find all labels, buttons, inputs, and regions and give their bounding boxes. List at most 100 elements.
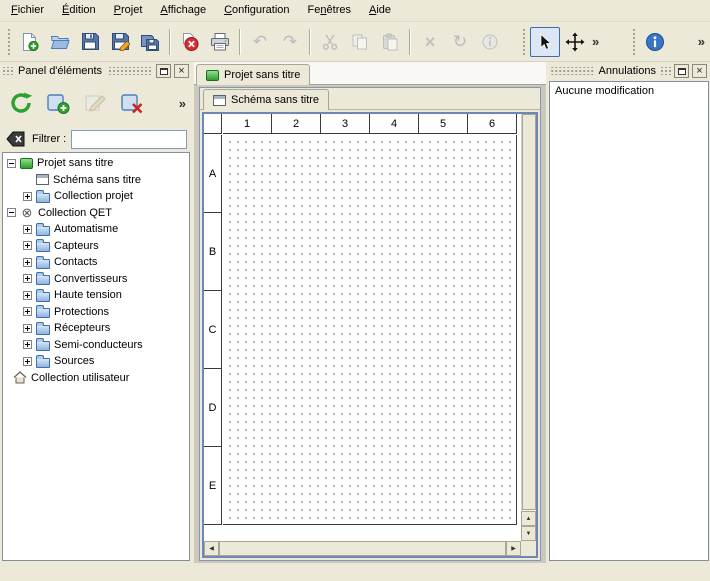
- scroll-down-button[interactable]: ▼: [521, 526, 536, 541]
- about-info-button[interactable]: [640, 27, 670, 57]
- select-tool-button[interactable]: [530, 27, 560, 57]
- toolbar-grip[interactable]: [631, 28, 637, 56]
- expand-icon[interactable]: [23, 307, 32, 316]
- tree-item-automatisme[interactable]: Automatisme: [3, 221, 189, 238]
- expand-icon[interactable]: [23, 291, 32, 300]
- tree-item-collection-qet[interactable]: ⊗ Collection QET: [3, 205, 189, 222]
- tree-item-semi-conducteurs[interactable]: Semi-conducteurs: [3, 337, 189, 354]
- column-ruler: 1 2 3 4 5 6: [223, 114, 517, 134]
- delete-button[interactable]: ×: [415, 27, 445, 57]
- tree-item-project[interactable]: Projet sans titre: [3, 155, 189, 172]
- tab-label: Projet sans titre: [224, 69, 300, 81]
- toolbar-grip[interactable]: [6, 28, 12, 56]
- scroll-right-button[interactable]: ▶: [506, 541, 521, 556]
- panel-toolbar-overflow-button[interactable]: »: [177, 96, 188, 111]
- expand-icon[interactable]: [23, 274, 32, 283]
- delete-icon: ×: [425, 33, 436, 51]
- vertical-scrollbar-thumb[interactable]: [522, 114, 536, 510]
- collapse-expander-icon[interactable]: [7, 208, 16, 217]
- expand-icon[interactable]: [23, 225, 32, 234]
- toolbar-grip[interactable]: [521, 28, 527, 56]
- save-button[interactable]: [75, 27, 105, 57]
- diagram-canvas[interactable]: [223, 135, 517, 525]
- ruler-column-label: 5: [419, 114, 468, 134]
- menu-label: ffichage: [168, 4, 206, 16]
- toolbar-separator: [409, 29, 411, 55]
- toolbar-overflow-button[interactable]: »: [696, 34, 707, 49]
- menu-fenetres[interactable]: Fenêtres: [299, 0, 360, 21]
- status-bar: [0, 563, 710, 581]
- vertical-scrollbar[interactable]: ▲ ▼: [521, 114, 536, 541]
- undo-history-list[interactable]: Aucune modification: [549, 81, 709, 561]
- tab-projet-sans-titre[interactable]: Projet sans titre: [196, 64, 310, 85]
- open-document-button[interactable]: [45, 27, 75, 57]
- horizontal-scrollbar-thumb[interactable]: [219, 541, 506, 556]
- folder-icon: [36, 341, 50, 351]
- copy-button[interactable]: [345, 27, 375, 57]
- float-panel-button[interactable]: [674, 64, 689, 78]
- scroll-up-button[interactable]: ▲: [521, 511, 536, 526]
- redo-button[interactable]: ↷: [275, 27, 305, 57]
- save-all-button[interactable]: [135, 27, 165, 57]
- cut-button[interactable]: [315, 27, 345, 57]
- tree-item-sources[interactable]: Sources: [3, 353, 189, 370]
- menu-edition[interactable]: Édition: [53, 0, 105, 21]
- tree-item-convertisseurs[interactable]: Convertisseurs: [3, 271, 189, 288]
- element-info-button[interactable]: [475, 27, 505, 57]
- expand-icon[interactable]: [23, 340, 32, 349]
- reload-collections-button[interactable]: [4, 86, 38, 120]
- menu-affichage[interactable]: Affichage: [151, 0, 215, 21]
- dock-grip[interactable]: [3, 67, 13, 75]
- move-arrows-icon: [565, 32, 585, 52]
- expand-icon[interactable]: [23, 357, 32, 366]
- rotate-button[interactable]: ↻: [445, 27, 475, 57]
- paste-button[interactable]: [375, 27, 405, 57]
- delete-element-button[interactable]: [115, 86, 149, 120]
- float-panel-button[interactable]: [156, 64, 171, 78]
- clear-filter-button[interactable]: [5, 129, 27, 149]
- tree-item-capteurs[interactable]: Capteurs: [3, 238, 189, 255]
- tree-item-contacts[interactable]: Contacts: [3, 254, 189, 271]
- undo-button[interactable]: ↶: [245, 27, 275, 57]
- tree-item-label: Collection QET: [38, 207, 112, 219]
- menu-bar: Fichier Édition Projet Affichage Configu…: [0, 0, 710, 22]
- menu-aide[interactable]: Aide: [360, 0, 400, 21]
- close-panel-button[interactable]: ×: [692, 64, 707, 78]
- tree-item-schema[interactable]: Schéma sans titre: [3, 172, 189, 189]
- menu-projet[interactable]: Projet: [105, 0, 152, 21]
- print-button[interactable]: [205, 27, 235, 57]
- close-panel-button[interactable]: ×: [174, 64, 189, 78]
- horizontal-scrollbar[interactable]: ◀ ▶: [204, 541, 521, 556]
- dock-grip[interactable]: [661, 67, 671, 75]
- folder-icon: [36, 292, 50, 302]
- expand-icon[interactable]: [23, 241, 32, 250]
- new-element-button[interactable]: [41, 86, 75, 120]
- toolbar-overflow-button[interactable]: »: [590, 34, 601, 49]
- scroll-left-button[interactable]: ◀: [204, 541, 219, 556]
- ruler-column-label: 3: [321, 114, 370, 134]
- new-document-button[interactable]: [15, 27, 45, 57]
- move-tool-button[interactable]: [560, 27, 590, 57]
- edit-element-button[interactable]: [78, 86, 112, 120]
- tree-item-collection-utilisateur[interactable]: Collection utilisateur: [3, 370, 189, 387]
- filter-input[interactable]: [71, 130, 187, 149]
- tree-item-collection-projet[interactable]: Collection projet: [3, 188, 189, 205]
- dock-grip[interactable]: [107, 67, 153, 75]
- elements-tree[interactable]: Projet sans titre Schéma sans titre Coll…: [2, 152, 190, 561]
- save-as-button[interactable]: [105, 27, 135, 57]
- filter-label: Filtrer :: [32, 133, 66, 145]
- tree-item-protections[interactable]: Protections: [3, 304, 189, 321]
- expand-icon[interactable]: [23, 192, 32, 201]
- expand-icon[interactable]: [23, 324, 32, 333]
- menu-label: dition: [69, 4, 95, 16]
- menu-configuration[interactable]: Configuration: [215, 0, 298, 21]
- tab-schema-sans-titre[interactable]: Schéma sans titre: [203, 89, 329, 110]
- menu-fichier[interactable]: Fichier: [2, 0, 53, 21]
- collapse-expander-icon[interactable]: [7, 159, 16, 168]
- dock-grip[interactable]: [551, 67, 594, 75]
- tree-item-recepteurs[interactable]: Récepteurs: [3, 320, 189, 337]
- close-file-button[interactable]: [175, 27, 205, 57]
- expand-icon[interactable]: [23, 258, 32, 267]
- tree-item-haute-tension[interactable]: Haute tension: [3, 287, 189, 304]
- folder-icon: [36, 242, 50, 252]
